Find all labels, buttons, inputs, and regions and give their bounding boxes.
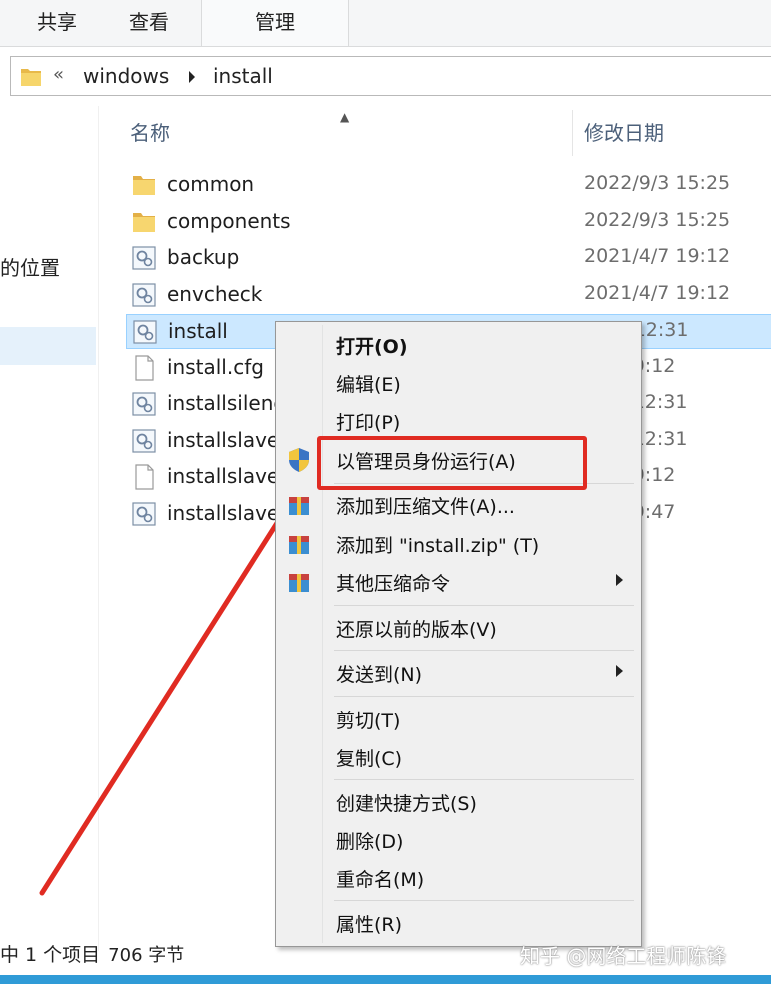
menu-item-rename[interactable]: 重命名(M)	[278, 860, 639, 896]
status-bar: 中 1 个项目 706 字节	[0, 940, 184, 970]
winrar-icon	[289, 497, 309, 515]
menu-separator	[334, 650, 634, 651]
menu-item-add-archive[interactable]: 添加到压缩文件(A)...	[278, 487, 639, 523]
submenu-arrow-icon	[616, 574, 623, 586]
menu-item-create-shortcut[interactable]: 创建快捷方式(S)	[278, 784, 639, 820]
annotation-highlight-box	[317, 436, 587, 490]
watermark: 知乎 @网络工程师陈锋	[520, 944, 727, 968]
menu-item-other-compress[interactable]: 其他压缩命令	[278, 564, 639, 600]
menu-item-open[interactable]: 打开(O)	[278, 327, 639, 363]
menu-separator	[334, 900, 634, 901]
menu-item-send-to[interactable]: 发送到(N)	[278, 655, 639, 691]
status-size: 706 字节	[108, 945, 185, 966]
submenu-arrow-icon	[616, 665, 623, 677]
menu-item-delete[interactable]: 删除(D)	[278, 822, 639, 858]
winrar-icon	[289, 536, 309, 554]
context-menu: 打开(O) 编辑(E) 打印(P) 以管理员身份运行(A) 添加到压缩文件(A)…	[275, 321, 642, 947]
menu-item-edit[interactable]: 编辑(E)	[278, 365, 639, 401]
winrar-icon	[289, 574, 309, 592]
uac-shield-icon	[289, 448, 309, 472]
menu-item-properties[interactable]: 属性(R)	[278, 905, 639, 941]
status-selection: 中 1 个项目	[0, 944, 101, 966]
taskbar-strip	[0, 975, 771, 984]
menu-separator	[334, 696, 634, 697]
menu-separator	[334, 605, 634, 606]
menu-separator	[334, 779, 634, 780]
menu-item-add-zip[interactable]: 添加到 "install.zip" (T)	[278, 526, 639, 562]
menu-item-print[interactable]: 打印(P)	[278, 403, 639, 439]
menu-item-cut[interactable]: 剪切(T)	[278, 701, 639, 737]
menu-item-copy[interactable]: 复制(C)	[278, 739, 639, 775]
menu-item-restore-versions[interactable]: 还原以前的版本(V)	[278, 610, 639, 646]
